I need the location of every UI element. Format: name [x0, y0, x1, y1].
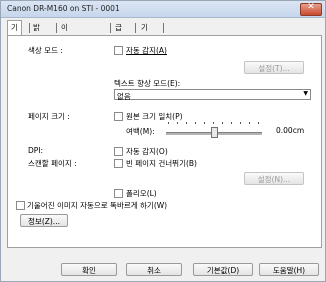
- text-enhance-value: 없음: [117, 92, 131, 101]
- tab-panel: 색상 모드 : 자동 감지(A) 설정(T)... 텍스트 향상 모드(E): …: [7, 35, 322, 248]
- tab-feeding[interactable]: 급지: [115, 21, 122, 45]
- cancel-button[interactable]: 취소: [126, 263, 182, 276]
- tab-basic[interactable]: 기본: [7, 20, 22, 45]
- chevron-down-icon: ▼: [303, 90, 308, 97]
- defaults-button[interactable]: 기본값(D): [193, 263, 253, 276]
- tab-separator: [135, 23, 136, 33]
- dpi-auto-detect-label: 자동 감지(O): [126, 147, 168, 156]
- window-title: Canon DR-M160 on STI - 0001: [7, 4, 120, 13]
- close-button[interactable]: ✕: [300, 2, 322, 16]
- scan-pages-label: 스캔할 페이지 :: [28, 159, 77, 168]
- deskew-label: 기울어진 이미지 자동으로 똑바르게 하기(W): [27, 201, 168, 210]
- tab-separator: [163, 23, 164, 33]
- match-original-checkbox[interactable]: [114, 112, 123, 121]
- skip-blank-settings-button[interactable]: 설정(N)...: [244, 172, 304, 185]
- folio-label: 폴리오(L): [126, 189, 157, 198]
- tab-image-processing[interactable]: 이미지 처리: [61, 21, 68, 84]
- margin-label: 여백(M):: [126, 127, 155, 136]
- skip-blank-checkbox[interactable]: [114, 159, 123, 168]
- tab-separator: [110, 23, 111, 33]
- close-icon: ✕: [307, 2, 315, 12]
- skip-blank-label: 빈 페이지 건너뛰기(B): [126, 159, 197, 168]
- dpi-auto-detect-checkbox[interactable]: [114, 147, 123, 156]
- dpi-label: DPI:: [28, 146, 44, 155]
- dialog-window: Canon DR-M160 on STI - 0001 ✕ 기본 밝기 이미지 …: [0, 0, 326, 282]
- tab-separator: [29, 23, 30, 33]
- text-enhance-select[interactable]: 없음 ▼: [114, 89, 311, 101]
- page-size-label: 페이지 크기 :: [28, 112, 70, 121]
- tab-other[interactable]: 기타: [141, 21, 148, 45]
- color-auto-detect-checkbox[interactable]: [114, 46, 123, 55]
- color-auto-detect-label: 자동 감지(A): [126, 46, 167, 55]
- match-original-label: 원본 크기 일치(P): [126, 112, 183, 121]
- margin-slider-thumb[interactable]: [211, 127, 218, 138]
- color-settings-button[interactable]: 설정(T)...: [244, 61, 304, 74]
- color-mode-label: 색상 모드 :: [28, 46, 63, 55]
- ok-button[interactable]: 확인: [61, 263, 117, 276]
- margin-value: 0.00cm: [276, 126, 305, 135]
- title-bar: Canon DR-M160 on STI - 0001 ✕: [1, 1, 325, 18]
- tab-separator: [56, 23, 57, 33]
- folio-checkbox[interactable]: [114, 189, 123, 198]
- info-button[interactable]: 정보(Z)...: [20, 214, 68, 227]
- text-enhance-label: 텍스트 향상 모드(E):: [114, 79, 181, 88]
- tab-brightness[interactable]: 밝기: [33, 21, 40, 45]
- help-button[interactable]: 도움말(H): [259, 263, 319, 276]
- deskew-checkbox[interactable]: [16, 201, 25, 210]
